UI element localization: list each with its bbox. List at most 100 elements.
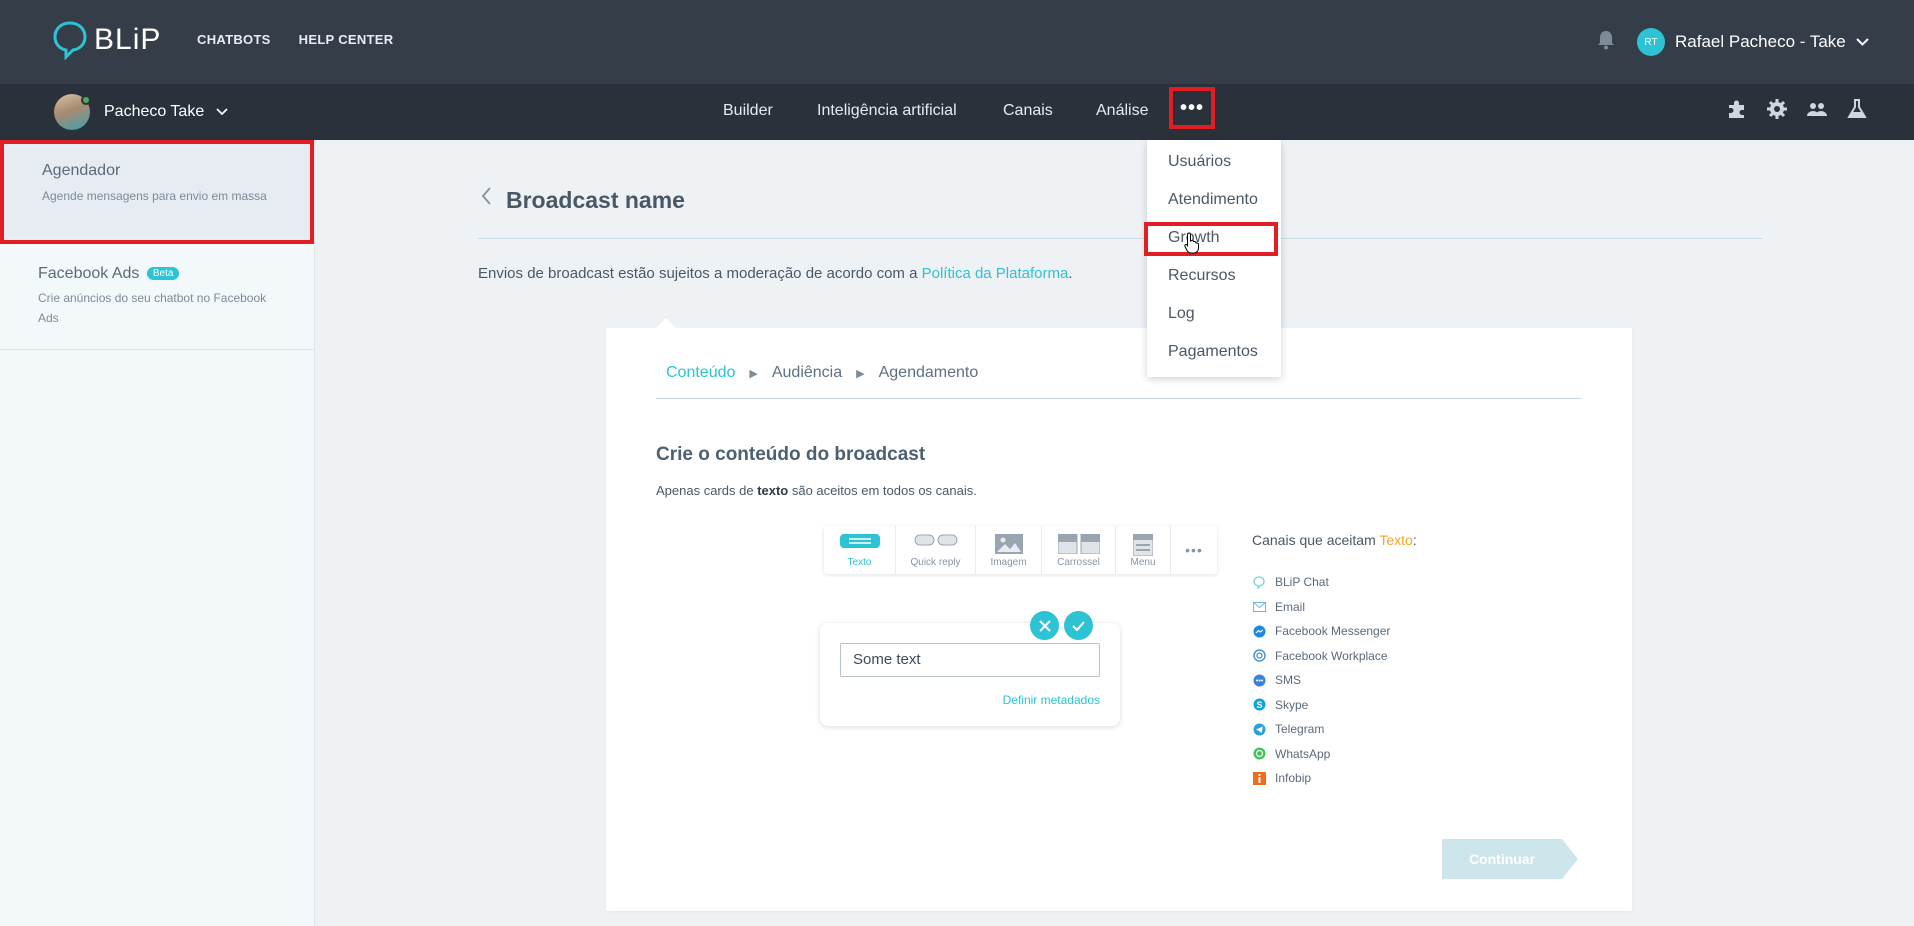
list-item: SMS — [1252, 668, 1417, 693]
sidebar-item-agendador[interactable]: Agendador Agende mensagens para envio em… — [0, 140, 314, 244]
gear-icon[interactable] — [1766, 98, 1788, 120]
list-item: Facebook Messenger — [1252, 619, 1417, 644]
sidebar-item-title: Agendador — [42, 162, 121, 179]
blip-chat-icon — [1252, 575, 1266, 589]
more-icon: ••• — [1179, 96, 1204, 119]
workplace-icon — [1252, 649, 1266, 663]
carousel-icon — [1057, 534, 1100, 554]
svg-text:S: S — [1256, 700, 1262, 710]
accepted-channels: Canais que aceitam Texto: BLiP Chat Emai… — [1252, 532, 1417, 791]
menu-item-usuarios[interactable]: Usuários — [1168, 153, 1231, 171]
highlight-box — [1144, 222, 1278, 256]
divider — [478, 238, 1763, 239]
beta-badge: Beta — [146, 267, 180, 280]
cancel-button[interactable] — [1030, 611, 1059, 640]
card-pointer — [656, 318, 676, 328]
text-card-icon — [839, 534, 880, 548]
puzzle-icon[interactable] — [1726, 98, 1748, 120]
nav-builder[interactable]: Builder — [723, 102, 773, 120]
card-type-menu[interactable]: Menu — [1116, 526, 1171, 574]
wizard-steps: Conteúdo ▶ Audiência ▶ Agendamento — [666, 364, 978, 382]
top-bar: BLiP CHATBOTS HELP CENTER RT Rafael Pach… — [0, 0, 1914, 84]
channel-list: BLiP Chat Email Facebook Messenger Faceb… — [1252, 570, 1417, 791]
top-nav-chatbots[interactable]: CHATBOTS — [197, 32, 271, 47]
blip-logo-icon — [53, 21, 87, 60]
more-menu-button[interactable]: ••• — [1169, 87, 1215, 129]
step-arrow-icon: ▶ — [856, 367, 865, 380]
card-type-carrossel[interactable]: Carrossel — [1042, 526, 1116, 574]
nav-analise[interactable]: Análise — [1096, 102, 1148, 120]
page-title: Broadcast name — [506, 187, 685, 213]
more-dropdown-menu: Usuários Atendimento Growth Recursos Log… — [1144, 140, 1281, 377]
quick-reply-icon — [914, 534, 957, 546]
card-type-more[interactable]: ••• — [1171, 526, 1217, 574]
skype-icon: S — [1252, 698, 1266, 712]
confirm-button[interactable] — [1064, 611, 1093, 640]
step-agendamento[interactable]: Agendamento — [879, 364, 979, 382]
image-icon — [994, 534, 1023, 554]
list-item: Infobip — [1252, 766, 1417, 791]
menu-item-log[interactable]: Log — [1168, 305, 1195, 323]
team-icon[interactable] — [1806, 98, 1828, 120]
bot-nav-bar: Pacheco Take Builder Inteligência artifi… — [0, 84, 1914, 140]
list-item: WhatsApp — [1252, 742, 1417, 767]
hand-cursor-icon — [1184, 232, 1199, 254]
bot-avatar — [54, 94, 91, 130]
platform-policy-link[interactable]: Política da Plataforma — [922, 265, 1069, 282]
back-arrow-icon[interactable] — [480, 186, 492, 206]
chevron-down-icon — [216, 108, 228, 116]
chevron-down-icon — [1856, 38, 1869, 46]
telegram-icon — [1252, 722, 1266, 736]
user-menu[interactable]: RT Rafael Pacheco - Take — [1637, 28, 1869, 56]
whatsapp-icon — [1252, 747, 1266, 761]
logo-text: BLiP — [94, 23, 162, 56]
flask-icon[interactable] — [1846, 98, 1868, 120]
messenger-icon — [1252, 624, 1266, 638]
moderation-notice: Envios de broadcast estão sujeitos a mod… — [478, 265, 1073, 282]
sidebar-item-facebook-ads[interactable]: Facebook Ads Beta Crie anúncios do seu c… — [0, 244, 314, 350]
sms-icon — [1252, 673, 1266, 687]
top-nav: CHATBOTS HELP CENTER — [197, 32, 393, 47]
card-type-imagem[interactable]: Imagem — [976, 526, 1042, 574]
step-audiencia[interactable]: Audiência — [772, 364, 842, 382]
sidebar-item-title: Facebook Ads Beta — [38, 265, 180, 283]
card-type-quick-reply[interactable]: Quick reply — [896, 526, 976, 574]
user-avatar: RT — [1637, 28, 1665, 56]
sidebar-item-desc: Crie anúncios do seu chatbot no Facebook… — [38, 291, 267, 325]
bot-name: Pacheco Take — [104, 103, 205, 120]
card-type-selector: Texto Quick reply Imagem Carrossel Menu … — [824, 526, 1217, 574]
check-icon — [1072, 620, 1085, 631]
list-item: Facebook Workplace — [1252, 644, 1417, 669]
blip-logo[interactable]: BLiP — [52, 20, 161, 60]
broadcast-content-card: Conteúdo ▶ Audiência ▶ Agendamento Crie … — [606, 328, 1632, 911]
list-item: S Skype — [1252, 693, 1417, 718]
nav-canais[interactable]: Canais — [1003, 102, 1053, 120]
list-item: Email — [1252, 595, 1417, 620]
content-title: Crie o conteúdo do broadcast — [656, 444, 926, 465]
email-icon — [1252, 600, 1266, 614]
toolbar-icons — [1726, 98, 1868, 120]
sidebar: Agendador Agende mensagens para envio em… — [0, 140, 315, 926]
sidebar-item-desc: Agende mensagens para envio em massa — [42, 189, 267, 203]
menu-icon — [1133, 534, 1153, 556]
step-conteudo[interactable]: Conteúdo — [666, 364, 735, 382]
content-subtitle: Apenas cards de texto são aceitos em tod… — [656, 483, 977, 498]
infobip-icon — [1252, 771, 1266, 785]
list-item: Telegram — [1252, 717, 1417, 742]
continue-button[interactable]: Continuar — [1442, 839, 1578, 879]
define-metadata-link[interactable]: Definir metadados — [1003, 693, 1100, 707]
user-name: Rafael Pacheco - Take — [1675, 32, 1846, 51]
more-icon: ••• — [1185, 542, 1203, 558]
step-arrow-icon: ▶ — [749, 367, 758, 380]
online-status-dot — [81, 95, 91, 105]
top-nav-help-center[interactable]: HELP CENTER — [299, 32, 394, 47]
menu-item-pagamentos[interactable]: Pagamentos — [1168, 343, 1258, 361]
bell-icon[interactable] — [1597, 30, 1615, 55]
card-type-texto[interactable]: Texto — [824, 526, 896, 574]
bot-selector[interactable]: Pacheco Take — [54, 94, 228, 130]
menu-item-recursos[interactable]: Recursos — [1168, 267, 1236, 285]
text-content-input[interactable]: Some text — [840, 643, 1100, 677]
nav-inteligencia-artificial[interactable]: Inteligência artificial — [817, 102, 957, 120]
divider — [656, 398, 1582, 399]
menu-item-atendimento[interactable]: Atendimento — [1168, 191, 1258, 209]
